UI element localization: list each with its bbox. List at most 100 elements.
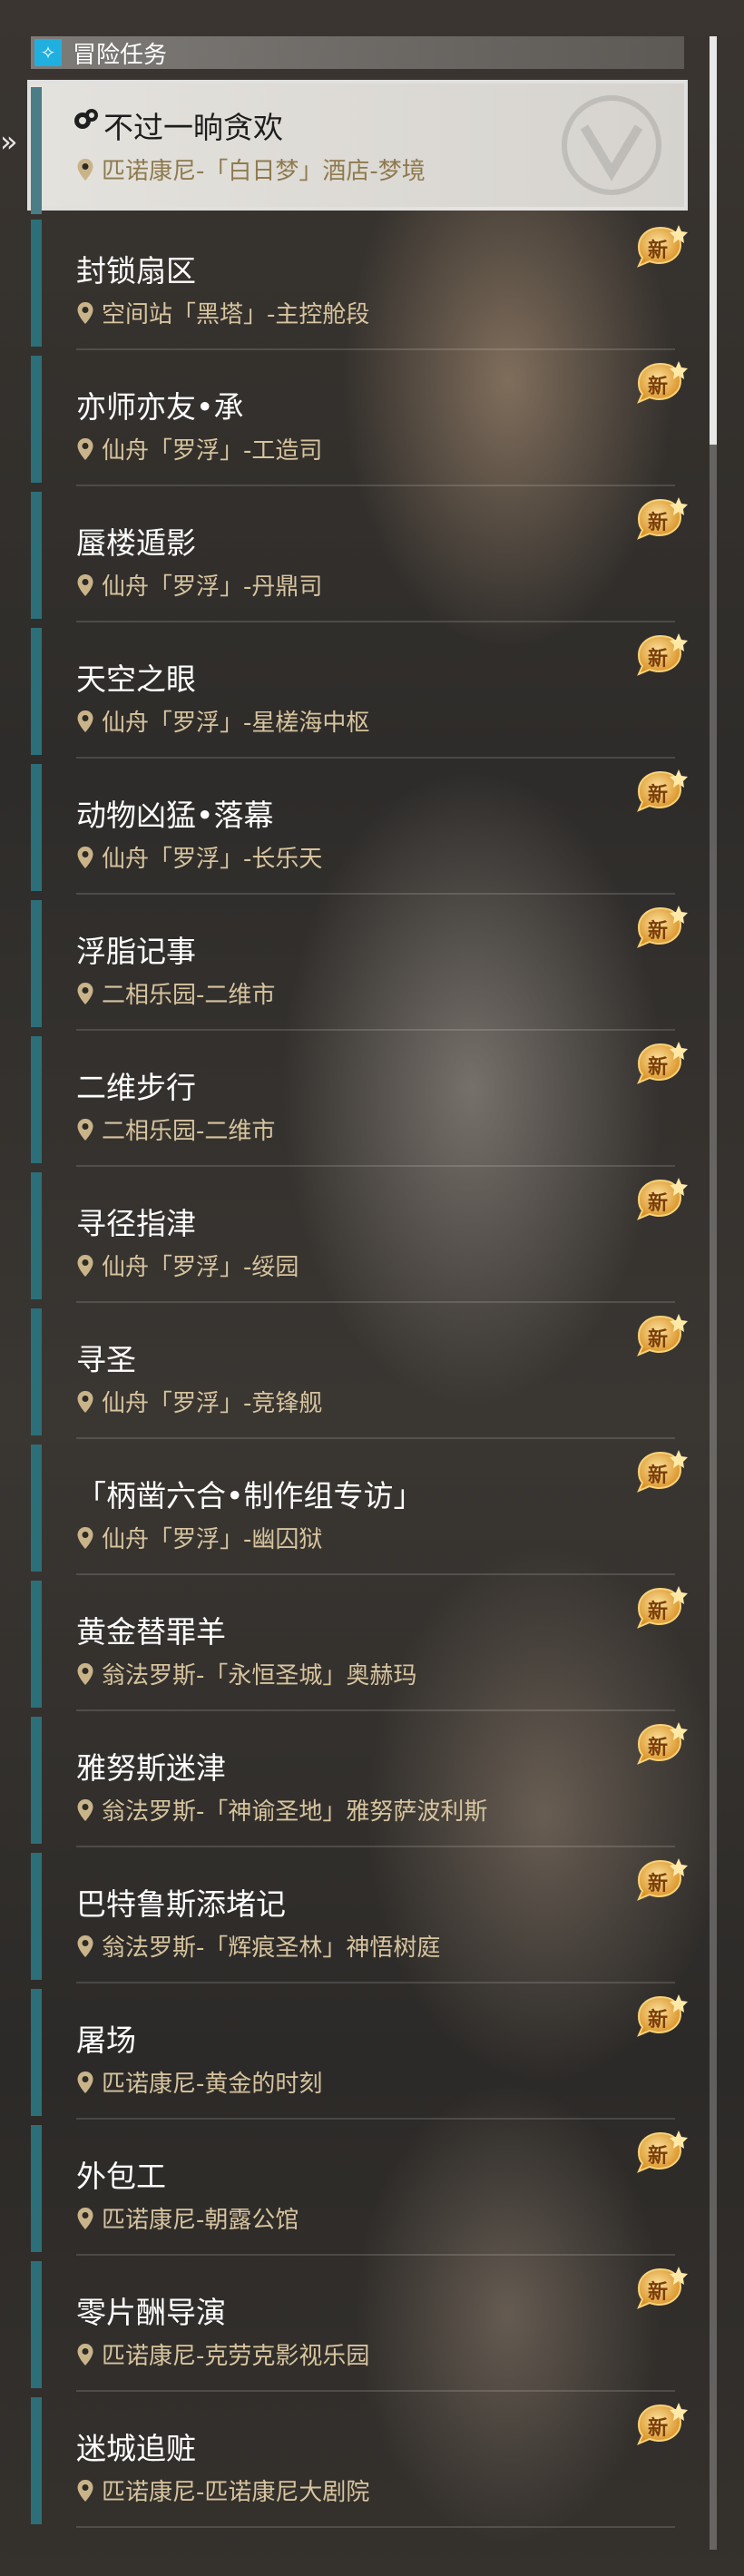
quest-item[interactable]: 迷城追赃匹诺康尼-匹诺康尼大剧院 新 <box>31 2394 688 2530</box>
divider <box>76 621 675 622</box>
scroll-thumb[interactable] <box>710 36 717 445</box>
quest-name: 零片酬导演 <box>76 2295 226 2330</box>
new-badge-label: 新 <box>648 1464 669 1487</box>
quest-location: 匹诺康尼-黄金的时刻 <box>76 2065 322 2099</box>
quest-name: 「柄凿六合•制作组专访」 <box>76 1478 424 1513</box>
new-badge-label: 新 <box>648 1056 669 1079</box>
quest-name: 寻径指津 <box>76 1206 196 1241</box>
divider <box>76 2390 675 2392</box>
quest-item[interactable]: 黄金替罪羊翁法罗斯-「永恒圣城」奥赫玛 新 <box>31 1577 688 1713</box>
quest-item[interactable]: 屠场 匹诺康尼-黄金的时刻 新 <box>31 1985 688 2121</box>
new-badge-icon: 新 <box>631 1312 690 1359</box>
new-badge-label: 新 <box>648 1601 669 1623</box>
quest-item[interactable]: 浮脂记事 二相乐园-二维市 新 <box>31 896 688 1033</box>
divider <box>76 1846 675 1847</box>
quest-location: 匹诺康尼-朝露公馆 <box>76 2201 299 2235</box>
divider <box>76 485 675 486</box>
quest-item[interactable]: 寻圣 仙舟「罗浮」-竞锋舰 新 <box>31 1305 688 1441</box>
quest-location-text: 翁法罗斯-「永恒圣城」奥赫玛 <box>102 1662 417 1690</box>
new-badge-icon: 新 <box>631 1040 690 1087</box>
location-pin-icon <box>76 846 94 869</box>
quest-item[interactable]: 「柄凿六合•制作组专访」 仙舟「罗浮」-幽囚狱 新 <box>31 1441 688 1577</box>
quest-item[interactable]: 二维步行 二相乐园-二维市 新 <box>31 1033 688 1169</box>
new-badge-icon: 新 <box>631 1584 690 1631</box>
quest-name: 雅努斯迷津 <box>76 1750 226 1786</box>
quest-accent-bar <box>31 1853 42 1980</box>
quest-accent-bar <box>31 220 42 347</box>
new-badge-icon: 新 <box>631 1176 690 1223</box>
new-badge-label: 新 <box>648 512 669 534</box>
quest-accent-bar <box>31 1717 42 1844</box>
quest-accent-bar <box>31 356 42 483</box>
divider <box>76 1029 675 1031</box>
category-header: ✧ 冒险任务 <box>31 36 684 69</box>
quest-location: 仙舟「罗浮」-丹鼎司 <box>76 568 322 602</box>
new-badge-label: 新 <box>648 648 669 671</box>
quest-item[interactable]: 封锁扇区 空间站「黑塔」-主控舱段 新 <box>31 216 688 352</box>
quest-name: 黄金替罪羊 <box>76 1614 226 1650</box>
adventure-quest-icon <box>73 105 100 136</box>
new-badge-icon: 新 <box>631 359 690 406</box>
location-pin-icon <box>76 2479 94 2503</box>
location-pin-icon <box>76 1526 94 1550</box>
location-pin-icon <box>76 710 94 733</box>
quest-item[interactable]: 雅努斯迷津 翁法罗斯-「神谕圣地」雅努萨波利斯 新 <box>31 1713 688 1849</box>
quest-location: 仙舟「罗浮」-幽囚狱 <box>76 1521 322 1554</box>
quest-location: 仙舟「罗浮」-绥园 <box>76 1249 299 1282</box>
new-badge-icon: 新 <box>631 2401 690 2448</box>
new-badge-icon: 新 <box>631 2265 690 2312</box>
quest-item[interactable]: 零片酬导演匹诺康尼-克劳克影视乐园 新 <box>31 2258 688 2394</box>
quest-item[interactable]: 外包工 匹诺康尼-朝露公馆 新 <box>31 2121 688 2258</box>
location-pin-icon <box>76 1934 94 1958</box>
new-badge-label: 新 <box>648 240 669 262</box>
quest-location: 翁法罗斯-「辉痕圣林」神悟树庭 <box>76 1929 440 1963</box>
quest-accent-bar <box>31 900 42 1027</box>
quest-location: 仙舟「罗浮」-工造司 <box>76 432 322 465</box>
quest-location: 匹诺康尼-克劳克影视乐园 <box>76 2337 369 2371</box>
quest-name: 外包工 <box>76 2159 166 2194</box>
quest-accent-bar <box>31 1172 42 1299</box>
quest-item[interactable]: 巴特鲁斯添堵记 翁法罗斯-「辉痕圣林」神悟树庭 新 <box>31 1849 688 1985</box>
quest-location-text: 匹诺康尼-「白日梦」酒店-梦境 <box>102 158 426 185</box>
quest-item[interactable]: 亦师亦友•承 仙舟「罗浮」-工造司 新 <box>31 352 688 488</box>
quest-name: 不过一晌贪欢 <box>103 110 283 145</box>
quest-item[interactable]: 动物凶猛•落幕 仙舟「罗浮」-长乐天 新 <box>31 760 688 896</box>
divider <box>76 1165 675 1167</box>
new-badge-icon: 新 <box>631 632 690 679</box>
quest-accent-bar <box>31 1581 42 1708</box>
new-badge-icon: 新 <box>631 1856 690 1904</box>
new-badge-icon: 新 <box>631 904 690 951</box>
scrollbar[interactable] <box>710 36 717 2550</box>
quest-accent-bar <box>31 1036 42 1163</box>
quest-item[interactable]: 天空之眼 仙舟「罗浮」-星槎海中枢 新 <box>31 624 688 760</box>
divider <box>76 893 675 895</box>
selection-arrow-icon: » <box>0 124 18 159</box>
quest-name: 动物凶猛•落幕 <box>76 798 274 833</box>
quest-location: 匹诺康尼-「白日梦」酒店-梦境 <box>76 152 426 186</box>
location-pin-icon <box>76 1118 94 1141</box>
quest-location-text: 匹诺康尼-克劳克影视乐园 <box>102 2343 370 2370</box>
quest-name: 迷城追赃 <box>76 2431 196 2466</box>
quest-item[interactable]: 不过一晌贪欢匹诺康尼-「白日梦」酒店-梦境 <box>31 83 684 214</box>
location-pin-icon <box>76 1254 94 1278</box>
quest-location-text: 匹诺康尼-黄金的时刻 <box>102 2071 323 2098</box>
new-badge-label: 新 <box>648 2281 669 2304</box>
quest-name: 封锁扇区 <box>76 253 196 289</box>
new-badge-icon: 新 <box>631 223 690 270</box>
quest-location: 仙舟「罗浮」-长乐天 <box>76 840 322 874</box>
location-pin-icon <box>76 1662 94 1686</box>
new-badge-label: 新 <box>648 2009 669 2032</box>
location-pin-icon <box>76 982 94 1005</box>
quest-item[interactable]: 寻径指津仙舟「罗浮」-绥园 新 <box>31 1169 688 1305</box>
new-badge-icon: 新 <box>631 495 690 543</box>
quest-accent-bar <box>31 1308 42 1435</box>
quest-location: 仙舟「罗浮」-星槎海中枢 <box>76 704 369 738</box>
quest-item[interactable]: 蜃楼遁影 仙舟「罗浮」-丹鼎司 新 <box>31 488 688 624</box>
diamond-sparkle-icon: ✧ <box>34 39 62 66</box>
quest-accent-bar <box>31 492 42 619</box>
divider <box>76 1709 675 1711</box>
quest-location-text: 匹诺康尼-匹诺康尼大剧院 <box>102 2479 370 2506</box>
quest-location-text: 仙舟「罗浮」-丹鼎司 <box>102 573 323 601</box>
quest-accent-bar <box>31 628 42 755</box>
quest-location-text: 二相乐园-二维市 <box>102 1118 276 1145</box>
